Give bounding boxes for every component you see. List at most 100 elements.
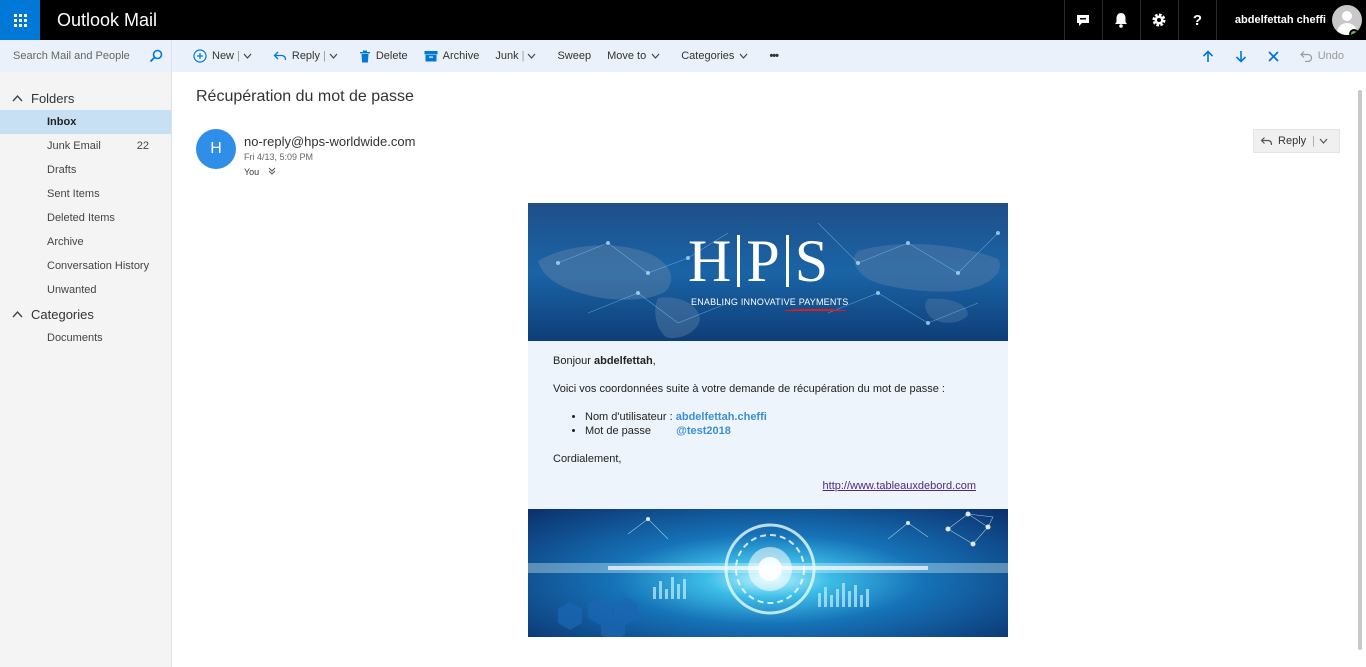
command-bar: New | Reply | Delete Archive Junk | Sweep M… [172,40,1366,72]
scroll-thumb[interactable] [1358,90,1362,650]
logo-tagline: ENABLING INNOVATIVE PAYMENTS [691,297,849,307]
message-subject: Récupération du mot de passe [196,88,414,105]
folder-label: Unwanted [47,284,97,296]
undo-button[interactable]: Undo [1292,40,1366,72]
previous-item-button[interactable] [1194,40,1227,72]
chevron-up-icon [12,94,23,102]
user-avatar[interactable] [1332,5,1362,35]
junk-button[interactable]: Junk | [487,40,549,72]
plus-circle-icon [193,49,207,63]
arrow-up-icon [1202,49,1213,62]
tech-footer-banner [528,509,1008,637]
user-name[interactable]: abdelfettah cheffi [1215,0,1332,40]
hps-logo: H P S [688,231,828,291]
sweep-label: Sweep [557,50,592,62]
folder-label: Drafts [47,164,77,176]
categories-header[interactable]: Categories [0,302,171,326]
sender-avatar[interactable]: H [196,129,236,169]
waffle-icon [13,13,27,27]
next-item-button[interactable] [1227,40,1260,72]
close-icon [1268,50,1279,62]
credentials-list: Nom d'utilisateur : abdelfettah.cheffi M… [585,410,983,438]
folders-header-label: Folders [31,90,75,106]
password-item: Mot de passe @test2018 [585,424,983,438]
sweep-button[interactable]: Sweep [549,40,599,72]
email-message: Bonjour abdelfettah, Voici vos coordonné… [528,341,1008,509]
chevron-up-icon [12,310,23,318]
tech-graphic [528,511,1008,637]
logo-letter: S [794,228,829,294]
chat-button[interactable] [1063,0,1102,40]
new-button[interactable]: New | [185,40,265,72]
recipient-you: You [244,167,260,177]
arrow-down-icon [1235,50,1246,63]
reply-icon [1260,136,1273,145]
logo-letter: P [746,228,780,294]
archive-button[interactable]: Archive [416,40,488,72]
folder-item-sent-items[interactable]: Sent Items [0,182,171,206]
username-item: Nom d'utilisateur : abdelfettah.cheffi [585,410,983,424]
folder-item-inbox[interactable]: Inbox [0,110,171,134]
search-input[interactable]: Search Mail and People [13,50,130,62]
move-to-label: Move to [607,50,647,62]
help-icon: ? [1192,11,1202,29]
delete-label: Delete [375,50,408,62]
folder-item-conversation-history[interactable]: Conversation History [0,254,171,278]
vertical-scrollbar[interactable] [1354,72,1366,667]
bell-icon [1115,13,1128,28]
sender-address[interactable]: no-reply@hps-worldwide.com [244,134,415,149]
more-icon: ••• [769,50,779,62]
category-item-documents[interactable]: Documents [0,326,171,350]
search-box[interactable]: Search Mail and People [0,40,171,72]
folder-item-drafts[interactable]: Drafts [0,158,171,182]
delete-button[interactable]: Delete [351,40,416,72]
move-to-button[interactable]: Move to [599,40,673,72]
chevron-down-icon[interactable] [527,53,536,59]
chevron-down-icon[interactable] [1319,138,1328,144]
unread-count: 22 [136,140,149,152]
undo-label: Undo [1317,50,1344,62]
notifications-button[interactable] [1101,0,1140,40]
folder-pane: Search Mail and People Folders Inbox Jun… [0,40,172,667]
help-button[interactable]: ? [1177,0,1216,40]
folder-item-junk-email[interactable]: Junk Email 22 [0,134,171,158]
close-message-button[interactable] [1260,40,1292,72]
logo-letter: H [688,228,732,294]
password-value: @test2018 [676,425,731,437]
greeting-name: abdelfettah [593,355,653,367]
chevron-down-icon[interactable] [329,53,338,59]
search-icon[interactable] [149,49,163,63]
new-label: New [212,50,235,62]
folder-label: Deleted Items [47,212,115,224]
more-actions-button[interactable]: ••• [761,40,786,72]
reply-toolbar-button[interactable]: Reply | [265,40,351,72]
website-link[interactable]: http://www.tableauxdebord.com [823,480,976,492]
folders-header[interactable]: Folders [0,86,171,110]
logo-swoosh [783,309,847,313]
chevron-down-icon [651,53,660,59]
reply-label: Reply [1278,135,1307,147]
reply-icon [273,51,287,61]
folder-label: Inbox [47,116,77,128]
folder-item-deleted-items[interactable]: Deleted Items [0,206,171,230]
folder-label: Sent Items [47,188,100,200]
folder-label: Junk Email [47,140,101,152]
message-date: Fri 4/13, 5:09 PM [244,152,314,162]
folder-item-unwanted[interactable]: Unwanted [0,278,171,302]
app-launcher-button[interactable] [0,0,40,40]
chevron-down-icon[interactable] [243,53,252,59]
settings-button[interactable] [1139,0,1178,40]
reply-message-button[interactable]: Reply | [1253,129,1340,153]
expand-recipients-icon[interactable] [268,167,276,175]
email-body: H P S ENABLING INNOVATIVE PAYMENTS Bonjo… [528,203,1008,637]
username-value: abdelfettah.cheffi [675,411,767,423]
greeting: Bonjour abdelfettah, [553,355,656,367]
top-bar: Outlook Mail ? abdelfettah cheffi [0,0,1366,40]
folder-item-archive[interactable]: Archive [0,230,171,254]
app-title[interactable]: Outlook Mail [57,10,157,31]
categories-label: Categories [681,50,735,62]
categories-button[interactable]: Categories [673,40,761,72]
presence-status-icon [1349,29,1359,35]
categories-header-label: Categories [31,306,94,322]
recipients[interactable]: You [244,167,276,177]
